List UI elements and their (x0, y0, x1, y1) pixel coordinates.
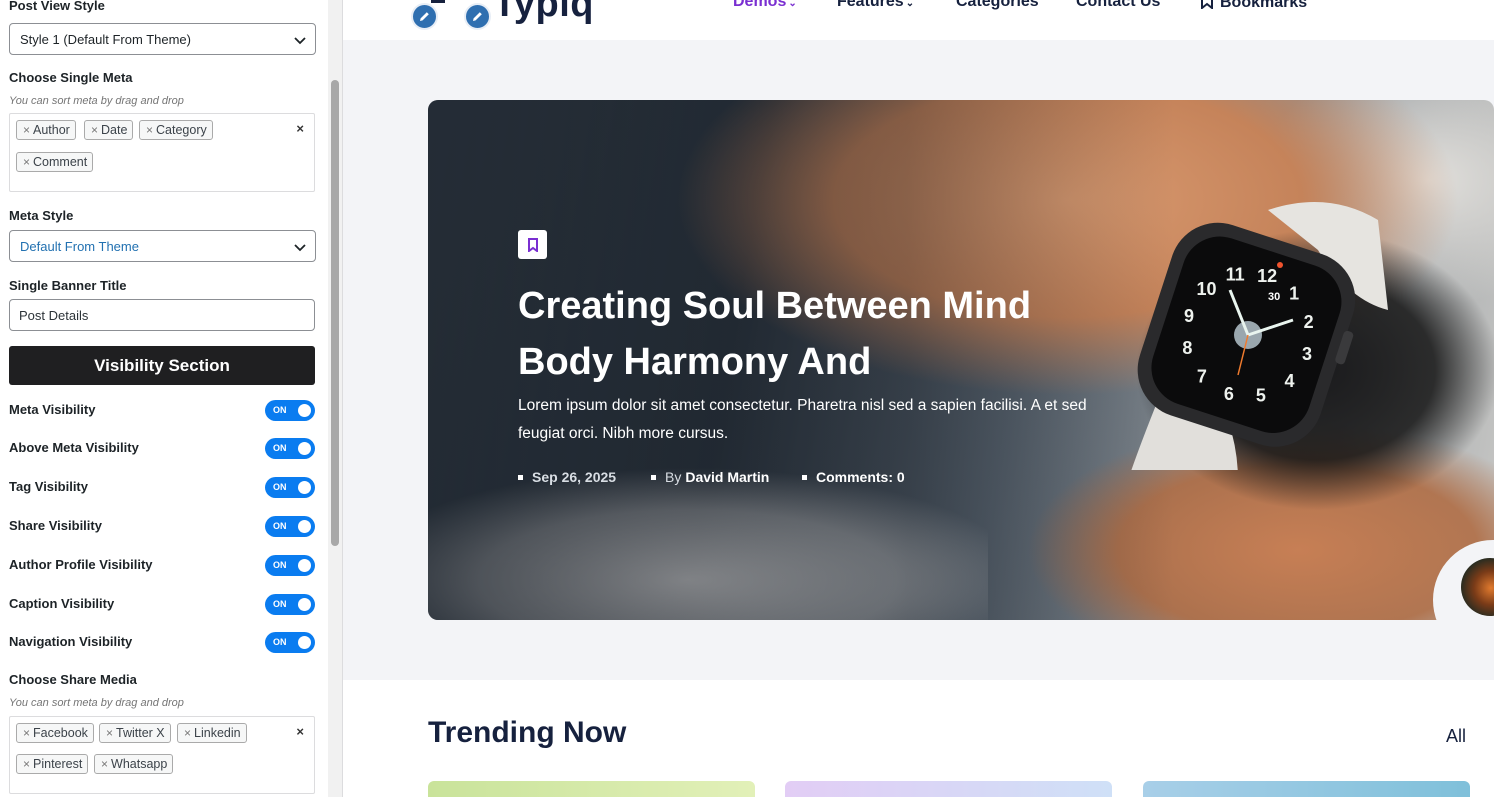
edit-pencil-icon[interactable] (464, 3, 491, 30)
navigation-visibility-label: Navigation Visibility (9, 634, 133, 649)
trending-title: Trending Now (428, 716, 627, 749)
watch-number: 9 (1184, 306, 1194, 326)
chevron-down-icon (294, 37, 306, 45)
hero-title[interactable]: Creating Soul Between Mind Body Harmony … (518, 278, 1118, 390)
clear-all-icon[interactable]: × (296, 724, 304, 739)
meta-chip-comment[interactable]: × Comment (16, 152, 94, 172)
site-preview: Typiq Demos ⌄ Features ⌄ Categories Contac… (343, 0, 1494, 797)
single-meta-label: Choose Single Meta (9, 70, 133, 85)
nav-demos[interactable]: Demos ⌄ (733, 0, 797, 11)
site-logo[interactable]: Typiq (493, 0, 594, 26)
trending-card[interactable] (1143, 781, 1470, 797)
nav-bookmarks[interactable]: Bookmarks (1200, 0, 1307, 12)
caption-visibility-toggle[interactable]: ON (265, 594, 315, 615)
banner-title-label: Single Banner Title (9, 278, 127, 293)
share-chip-linkedin[interactable]: × Linkedin (177, 723, 247, 743)
navigation-visibility-toggle[interactable]: ON (265, 632, 315, 653)
smartwatch-image: 12 12 345 678 910 11 30 (1131, 202, 1388, 470)
post-view-style-value: Style 1 (Default From Theme) (20, 31, 191, 47)
meta-style-select[interactable]: Default From Theme (9, 230, 316, 262)
menu-icon[interactable] (431, 0, 445, 3)
chevron-down-icon (294, 244, 306, 252)
meta-chip-date[interactable]: × Date (84, 120, 134, 140)
nav-features[interactable]: Features ⌄ (837, 0, 914, 11)
single-meta-tagbox[interactable]: × Author × Date × Category × Comment × (9, 113, 315, 192)
remove-icon[interactable]: × (23, 123, 30, 137)
post-view-style-select[interactable]: Style 1 (Default From Theme) (9, 23, 316, 55)
meta-style-label: Meta Style (9, 208, 74, 223)
share-media-tagbox[interactable]: × Facebook × Twitter X × Linkedin × Pinteres… (9, 716, 315, 794)
remove-icon[interactable]: × (101, 757, 108, 771)
share-media-label: Choose Share Media (9, 672, 137, 687)
share-chip-twitter-x[interactable]: × Twitter X (99, 723, 171, 743)
edit-pencil-icon[interactable] (411, 3, 438, 30)
post-comments[interactable]: Comments: 0 (802, 469, 905, 485)
meta-visibility-label: Meta Visibility (9, 402, 96, 417)
meta-chip-category[interactable]: × Category (139, 120, 213, 140)
author-profile-visibility-label: Author Profile Visibility (9, 557, 153, 572)
watch-number: 5 (1256, 386, 1266, 406)
above-meta-visibility-label: Above Meta Visibility (9, 440, 139, 455)
watch-number: 10 (1196, 279, 1216, 299)
trending-card[interactable] (785, 781, 1112, 797)
watch-number: 4 (1284, 371, 1294, 391)
watch-number: 2 (1304, 312, 1314, 332)
remove-icon[interactable]: × (106, 726, 113, 740)
share-chip-facebook[interactable]: × Facebook (16, 723, 94, 743)
post-date: Sep 26, 2025 (518, 469, 616, 485)
remove-icon[interactable]: × (146, 123, 153, 137)
bookmark-icon (1201, 0, 1213, 11)
watch-number: 3 (1302, 344, 1312, 364)
meta-visibility-toggle[interactable]: ON (265, 400, 315, 421)
nav-contact-us[interactable]: Contact Us (1076, 0, 1160, 11)
remove-icon[interactable]: × (184, 726, 191, 740)
tag-visibility-toggle[interactable]: ON (265, 477, 315, 498)
share-chip-whatsapp[interactable]: × Whatsapp (94, 754, 174, 774)
bookmark-icon (527, 237, 538, 252)
trending-all-link[interactable]: All (1446, 726, 1466, 747)
clear-all-icon[interactable]: × (296, 121, 304, 136)
remove-icon[interactable]: × (23, 757, 30, 771)
share-visibility-toggle[interactable]: ON (265, 516, 315, 537)
share-media-hint: You can sort meta by drag and drop (9, 697, 184, 709)
above-meta-visibility-toggle[interactable]: ON (265, 438, 315, 459)
share-visibility-label: Share Visibility (9, 518, 102, 533)
chevron-down-icon: ⌄ (788, 0, 797, 9)
watch-date-number: 30 (1268, 291, 1280, 303)
single-meta-hint: You can sort meta by drag and drop (9, 95, 184, 107)
customizer-panel: Post View Style Style 1 (Default From Th… (0, 0, 343, 797)
remove-icon[interactable]: × (23, 155, 30, 169)
watch-number: 7 (1197, 366, 1207, 386)
post-author[interactable]: By David Martin (651, 469, 769, 485)
watch-number: 1 (1289, 284, 1299, 304)
hero-excerpt: Lorem ipsum dolor sit amet consectetur. … (518, 397, 1087, 442)
watch-number: 8 (1182, 338, 1192, 358)
visibility-section-header: Visibility Section (9, 346, 315, 385)
watch-number: 12 (1257, 266, 1277, 286)
post-view-style-label: Post View Style (9, 0, 105, 13)
caption-visibility-label: Caption Visibility (9, 596, 115, 611)
remove-icon[interactable]: × (23, 726, 30, 740)
watch-number: 11 (1226, 264, 1245, 284)
banner-title-input[interactable]: Post Details (9, 299, 315, 331)
tag-visibility-label: Tag Visibility (9, 479, 88, 494)
trending-card[interactable] (428, 781, 755, 797)
chevron-down-icon: ⌄ (905, 0, 915, 9)
meta-style-value: Default From Theme (20, 238, 139, 254)
author-profile-visibility-toggle[interactable]: ON (265, 555, 315, 576)
site-header: Typiq Demos ⌄ Features ⌄ Categories Contac… (343, 0, 1494, 40)
panel-scrollbar-thumb[interactable] (331, 80, 339, 546)
meta-chip-author[interactable]: × Author (16, 120, 76, 140)
share-chip-pinterest[interactable]: × Pinterest (16, 754, 89, 774)
remove-icon[interactable]: × (91, 123, 98, 137)
watch-number: 6 (1224, 384, 1234, 404)
nav-categories[interactable]: Categories (956, 0, 1039, 11)
hero-banner[interactable]: 12 1 2 3 4 5 6 7 8 9 10 11 30 Creating Soul Between… (428, 100, 1494, 620)
bookmark-button[interactable] (518, 230, 547, 259)
